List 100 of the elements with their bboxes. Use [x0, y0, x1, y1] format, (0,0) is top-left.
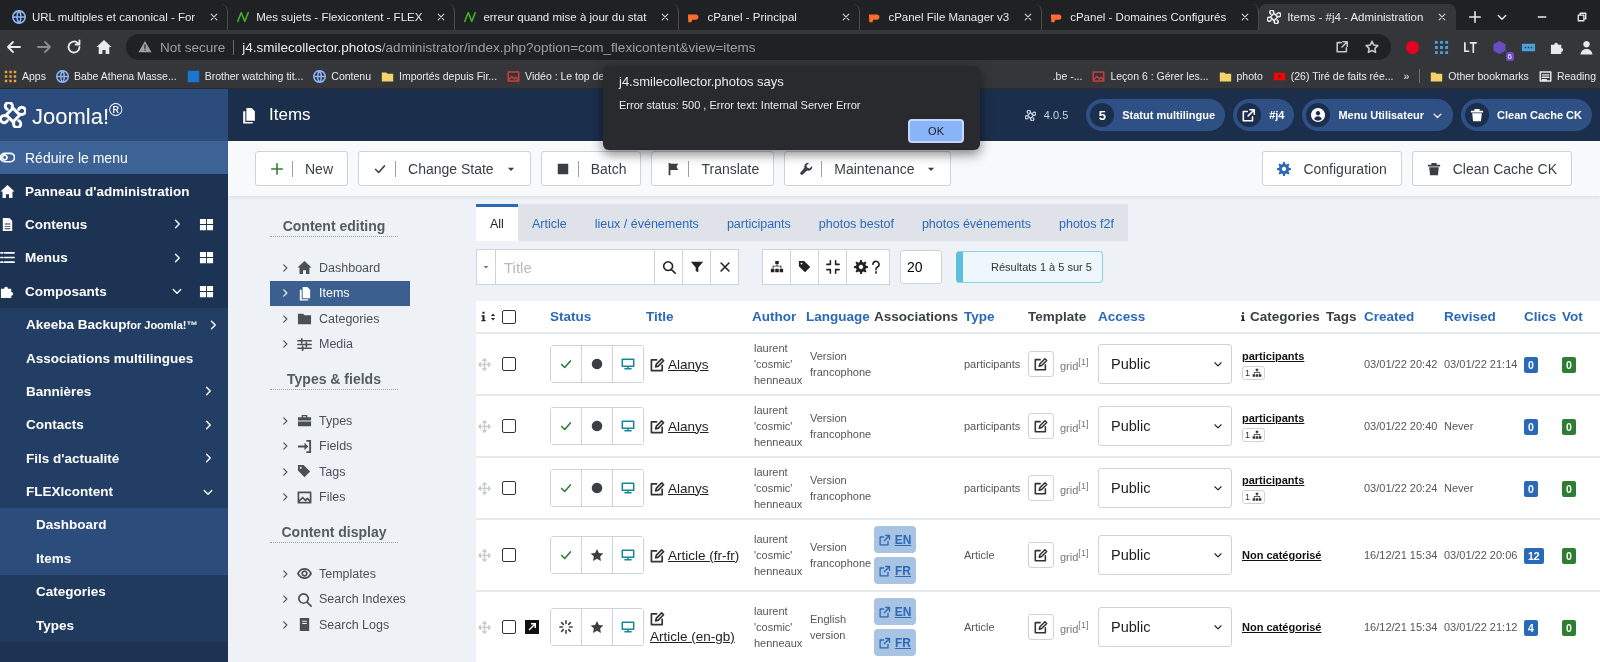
bookmark[interactable]: Apps: [4, 69, 46, 83]
sidebar-item[interactable]: Associations multilingues: [0, 341, 228, 375]
access-select[interactable]: Public: [1098, 344, 1232, 384]
column-header[interactable]: Revised: [1444, 309, 1524, 324]
sidebar-item[interactable]: FLEXIcontent: [0, 474, 228, 509]
category-link[interactable]: participants: [1242, 410, 1305, 426]
address-bar[interactable]: Not secure j4.smilecollector.photos/administrator/index.php?option=com_flexicontent&view=items: [126, 34, 1391, 60]
edit-template-button[interactable]: [1028, 542, 1054, 568]
preview-button[interactable]: [612, 537, 643, 573]
nav-item[interactable]: Files: [270, 484, 410, 510]
nav-item[interactable]: Templates: [270, 561, 410, 587]
edit-template-button[interactable]: [1028, 475, 1054, 501]
sidebar-item[interactable]: Panneau d'administration: [0, 174, 228, 208]
nav-item[interactable]: Categories: [270, 306, 410, 332]
toolbar-button[interactable]: Configuration: [1262, 151, 1402, 186]
column-header[interactable]: Vot: [1562, 309, 1592, 324]
share-icon[interactable]: [1335, 40, 1349, 54]
access-select[interactable]: Public: [1098, 406, 1232, 446]
nav-item[interactable]: Items: [270, 280, 410, 306]
preview-button[interactable]: [612, 346, 643, 382]
settings-button[interactable]: [846, 249, 890, 285]
bookmark[interactable]: Other bookmarks: [1430, 69, 1529, 83]
sidebar-item[interactable]: Menus: [0, 241, 228, 275]
category-link[interactable]: participants: [1242, 348, 1305, 364]
edit-template-button[interactable]: [1028, 614, 1054, 640]
item-title-link[interactable]: Alanys: [668, 480, 709, 496]
grid-icon[interactable]: [199, 283, 214, 299]
category-link[interactable]: Non catégorisé: [1242, 547, 1322, 563]
sidebar-item[interactable]: Fils d'actualité: [0, 441, 228, 475]
filter-button[interactable]: [682, 249, 711, 285]
close-icon[interactable]: [1437, 12, 1448, 22]
toolbar-button[interactable]: Batch: [540, 151, 642, 186]
bookmark[interactable]: photo: [1218, 69, 1263, 83]
forward-arrow-icon[interactable]: [36, 39, 52, 55]
row-checkbox[interactable]: [502, 481, 516, 495]
home-icon[interactable]: [96, 39, 112, 55]
column-header[interactable]: Clics: [1524, 309, 1562, 324]
extension-icon[interactable]: [1463, 39, 1478, 55]
column-header[interactable]: Access: [1098, 309, 1238, 324]
sidebar-item[interactable]: Items: [0, 541, 228, 576]
header-button[interactable]: #j4: [1233, 99, 1295, 131]
header-button[interactable]: Menu Utilisateur: [1302, 99, 1453, 131]
sidebar-item[interactable]: Dashboard: [0, 508, 228, 542]
bookmark[interactable]: Importés depuis Fir...: [381, 69, 498, 83]
profile-icon[interactable]: [1579, 39, 1594, 55]
grid-icon[interactable]: [199, 216, 214, 232]
column-header[interactable]: Author: [752, 309, 806, 324]
item-title-link[interactable]: Alanys: [668, 418, 709, 434]
close-icon[interactable]: [841, 12, 852, 22]
column-header[interactable]: Status: [550, 309, 646, 324]
column-header[interactable]: Language: [806, 309, 874, 324]
preview-button[interactable]: [612, 408, 643, 444]
browser-tab[interactable]: Items - #j4 - Administration: [1259, 4, 1457, 30]
edit-icon[interactable]: [650, 418, 665, 434]
star-icon[interactable]: [1365, 40, 1379, 54]
sidebar-item[interactable]: Réduire le menu: [0, 141, 228, 175]
drag-handle-icon[interactable]: [478, 481, 491, 495]
toolbar-button[interactable]: New: [255, 151, 348, 186]
nav-item[interactable]: Fields: [270, 433, 410, 459]
type-tab[interactable]: participants: [712, 204, 805, 241]
bookmark[interactable]: Contenu: [313, 69, 371, 83]
toolbar-button[interactable]: Translate: [651, 151, 775, 186]
nav-item[interactable]: Media: [270, 331, 410, 357]
toolbar-button[interactable]: Clean Cache CK: [1411, 151, 1572, 186]
row-checkbox[interactable]: [502, 419, 516, 433]
nav-item[interactable]: Tags: [270, 459, 410, 485]
sidebar-item[interactable]: Composants: [0, 274, 228, 308]
close-icon[interactable]: [1240, 12, 1251, 22]
toolbar-button[interactable]: Maintenance: [784, 151, 952, 186]
preview-button[interactable]: [612, 470, 643, 506]
nav-item[interactable]: Dashboard: [270, 255, 410, 281]
nav-item[interactable]: Search Indexes: [270, 586, 410, 612]
bookmark[interactable]: .be -...: [1052, 70, 1083, 82]
access-select[interactable]: Public: [1098, 607, 1232, 647]
sidebar-item[interactable]: Bannières: [0, 374, 228, 409]
item-title-link[interactable]: Article (fr-fr): [668, 547, 740, 563]
type-tab[interactable]: photos bestof: [804, 204, 908, 241]
toolbar-button[interactable]: Change State: [358, 151, 531, 186]
back-arrow-icon[interactable]: [6, 39, 22, 55]
access-select[interactable]: Public: [1098, 468, 1232, 508]
sidebar-item[interactable]: Contacts: [0, 408, 228, 442]
drag-handle-icon[interactable]: [478, 419, 491, 433]
edit-template-button[interactable]: [1028, 351, 1054, 377]
column-header[interactable]: Type: [964, 309, 1028, 324]
access-select[interactable]: Public: [1098, 535, 1232, 575]
bookmark[interactable]: (26) Tiré de faits rée...: [1272, 69, 1394, 83]
bookmark[interactable]: Babe Athena Masse...: [55, 69, 177, 83]
sidebar-item[interactable]: Contenus: [0, 207, 228, 242]
bookmarks-overflow[interactable]: »: [1403, 70, 1410, 82]
ok-button[interactable]: OK: [908, 119, 964, 143]
type-tab[interactable]: All: [476, 204, 518, 241]
category-link[interactable]: Non catégorisé: [1242, 619, 1322, 635]
drag-handle-icon[interactable]: [478, 620, 491, 634]
compact-button[interactable]: [818, 249, 847, 285]
search-field[interactable]: Title: [495, 249, 655, 285]
grid-icon[interactable]: [199, 250, 214, 266]
edit-icon[interactable]: [650, 610, 665, 626]
new-tab-icon[interactable]: [1468, 10, 1483, 24]
bookmark[interactable]: Leçon 6 : Gérer les...: [1092, 69, 1209, 83]
sidebar-item[interactable]: Types: [0, 608, 228, 642]
